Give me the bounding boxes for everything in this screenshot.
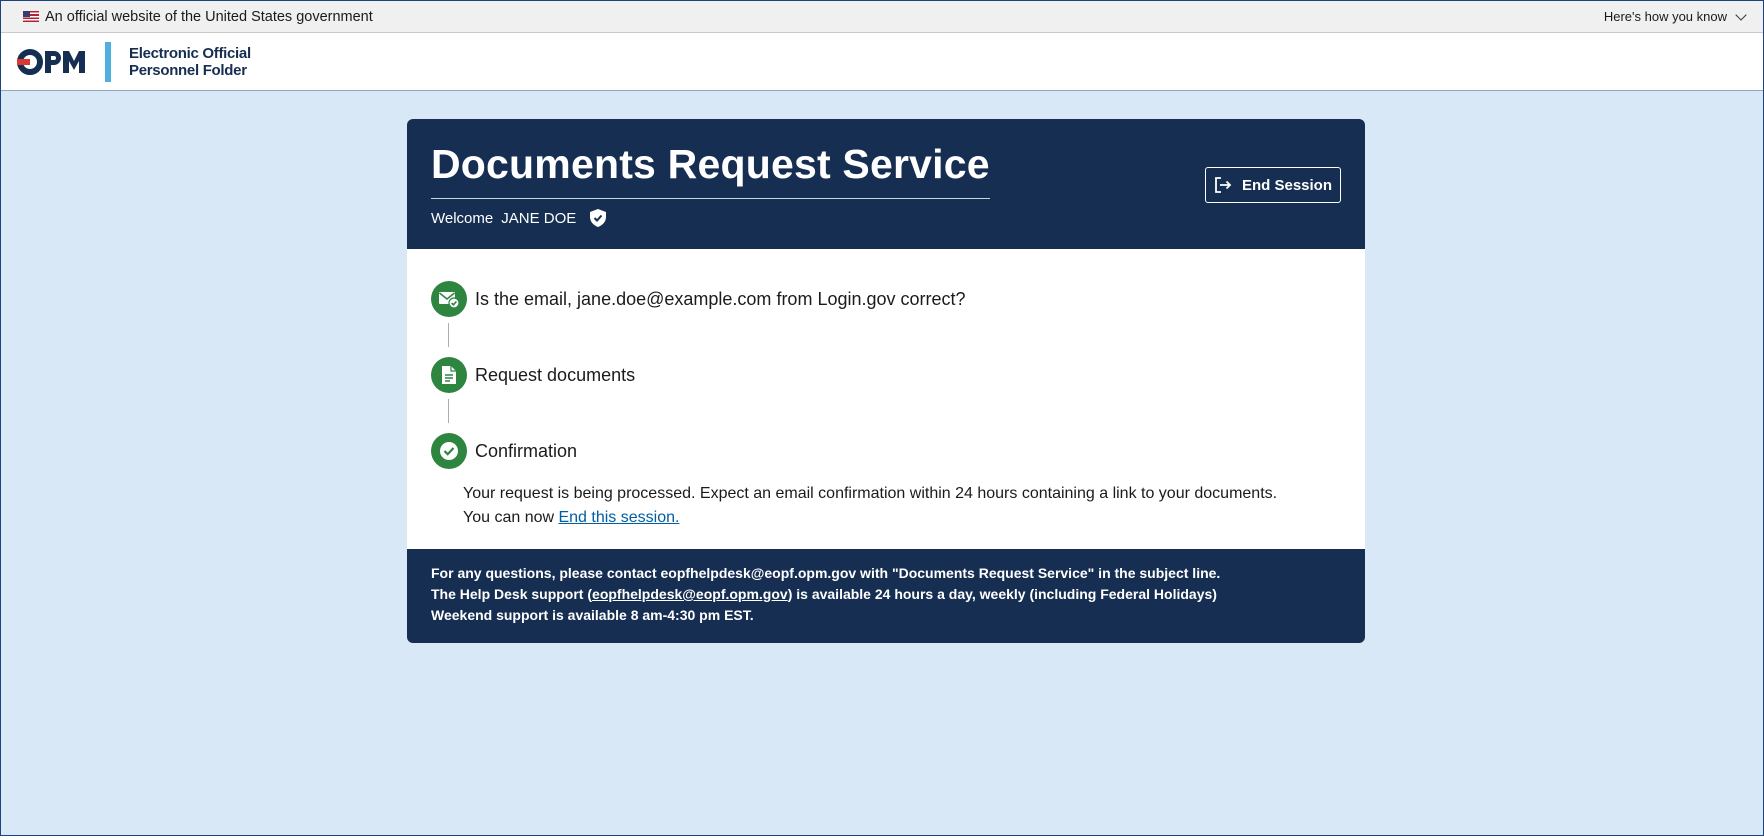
site-header: Electronic Official Personnel Folder [1, 33, 1763, 91]
step-email: Is the email, jane.doe@example.com from … [431, 281, 966, 317]
welcome-label: Welcome [431, 209, 494, 227]
step-request-documents: Request documents [431, 357, 635, 393]
footer-line2: The Help Desk support (eopfhelpdesk@eopf… [431, 584, 1341, 605]
step-connector [448, 323, 449, 347]
footer-line2-prefix: The Help Desk support ( [431, 586, 593, 602]
gov-banner-left: An official website of the United States… [23, 9, 373, 25]
logo-divider [105, 41, 111, 82]
logout-icon [1215, 177, 1232, 193]
step-confirmation: Confirmation [431, 433, 577, 469]
end-session-prompt: You can now End this session. [463, 506, 1277, 530]
chevron-down-icon [1735, 8, 1747, 21]
end-session-button[interactable]: End Session [1205, 167, 1341, 203]
heres-how-you-know-label: Here's how you know [1603, 9, 1727, 24]
logo-text: Electronic Official Personnel Folder [129, 45, 251, 79]
logo-text-line2: Personnel Folder [129, 61, 247, 79]
confirmation-message: Your request is being processed. Expect … [463, 482, 1277, 530]
end-session-label: End Session [1241, 176, 1333, 194]
check-icon [431, 433, 467, 469]
opm-logo-link[interactable]: Electronic Official Personnel Folder [17, 41, 251, 82]
card-footer: For any questions, please contact eopfhe… [407, 549, 1365, 643]
welcome-line: Welcome JANE DOE [431, 209, 607, 227]
step-confirmation-label: Confirmation [475, 440, 578, 461]
footer-line1: For any questions, please contact eopfhe… [431, 565, 1221, 581]
email-check-icon [431, 281, 467, 317]
logo-text-line1: Electronic Official [129, 44, 251, 62]
gov-banner: An official website of the United States… [1, 1, 1763, 33]
us-flag-icon [23, 11, 39, 22]
user-name: JANE DOE [501, 209, 577, 227]
step-email-suffix: from Login.gov correct? [771, 288, 966, 309]
heres-how-you-know-toggle[interactable]: Here's how you know [1603, 8, 1747, 24]
verified-shield-icon [590, 209, 607, 227]
footer-line2-suffix: ) is available 24 hours a day, weekly (i… [787, 586, 1217, 602]
card-header: Documents Request Service Welcome JANE D… [407, 119, 1365, 249]
step-request-label: Request documents [475, 364, 636, 385]
card-body: Is the email, jane.doe@example.com from … [407, 249, 1365, 549]
step-connector [448, 399, 449, 423]
end-session-prompt-text: You can now [463, 509, 559, 526]
page-title: Documents Request Service [431, 141, 990, 199]
step-email-address: jane.doe@example.com [577, 288, 772, 309]
step-email-prefix: Is the email, [475, 288, 578, 309]
opm-logo-icon [17, 48, 85, 75]
step-email-label: Is the email, jane.doe@example.com from … [475, 289, 966, 310]
confirmation-message-text: Your request is being processed. Expect … [463, 485, 1278, 502]
end-this-session-link[interactable]: End this session. [558, 509, 679, 526]
footer-line3: Weekend support is available 8 am-4:30 p… [431, 607, 754, 623]
document-icon [431, 357, 467, 393]
helpdesk-email-link[interactable]: eopfhelpdesk@eopf.opm.gov [592, 586, 788, 602]
documents-request-card: Documents Request Service Welcome JANE D… [407, 119, 1365, 643]
gov-banner-text: An official website of the United States… [45, 8, 373, 25]
